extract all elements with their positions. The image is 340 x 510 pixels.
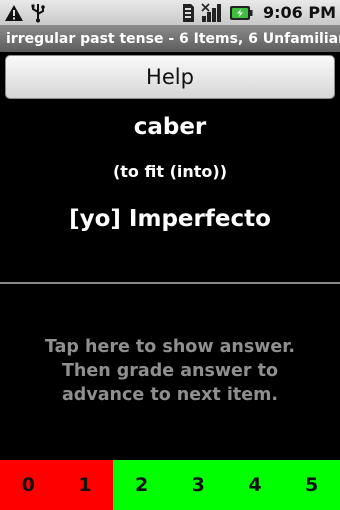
grade-button-0[interactable]: 0: [0, 460, 57, 510]
grade-button-2[interactable]: 2: [113, 460, 170, 510]
status-time: 9:06 PM: [262, 3, 336, 22]
title-bar: irregular past tense - 6 Items, 6 Unfami…: [0, 25, 340, 52]
question-meaning: (to fit (into)): [112, 162, 228, 181]
signal-icon: [201, 2, 223, 23]
answer-area[interactable]: Tap here to show answer. Then grade answ…: [0, 284, 340, 458]
answer-prompt: Tap here to show answer. Then grade answ…: [44, 337, 296, 405]
warning-icon: [4, 3, 24, 23]
sd-card-icon: [181, 3, 195, 23]
status-bar: 9:06 PM: [0, 0, 340, 25]
grade-button-4[interactable]: 4: [226, 460, 284, 510]
grade-button-5[interactable]: 5: [283, 460, 340, 510]
grade-button-3[interactable]: 3: [169, 460, 227, 510]
status-bar-right: 9:06 PM: [181, 2, 336, 23]
usb-icon: [30, 3, 46, 23]
grade-bar: 0 1 2 3 4 5: [0, 460, 340, 510]
question-word: caber: [133, 114, 207, 140]
question-card: caber (to fit (into)) [yo] Imperfecto: [0, 103, 340, 281]
grade-button-1[interactable]: 1: [56, 460, 114, 510]
battery-icon: [229, 3, 253, 23]
status-bar-left: [4, 3, 46, 23]
help-button[interactable]: Help: [5, 55, 335, 99]
question-tense: [yo] Imperfecto: [69, 206, 271, 232]
window-title: irregular past tense - 6 Items, 6 Unfami…: [6, 30, 340, 47]
